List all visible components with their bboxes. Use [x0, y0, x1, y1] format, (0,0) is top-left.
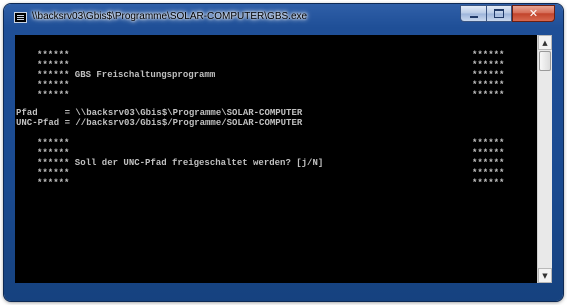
- console-app-icon[interactable]: [14, 12, 27, 23]
- close-button[interactable]: ✕: [512, 5, 555, 22]
- chevron-up-icon: ▲: [542, 38, 548, 47]
- console-line-left-stars: ******: [37, 178, 70, 188]
- minimize-icon: [469, 15, 478, 18]
- window-title: \\backsrv03\Gbis$\Programme\SOLAR-COMPUT…: [32, 11, 308, 22]
- console-line-left-stars: ****** Soll der UNC-Pfad freigeschaltet …: [37, 158, 324, 168]
- title-bar[interactable]: \\backsrv03\Gbis$\Programme\SOLAR-COMPUT…: [4, 4, 563, 30]
- window-controls: ✕: [460, 5, 555, 23]
- scroll-down-button[interactable]: ▼: [538, 268, 552, 283]
- scroll-thumb[interactable]: [539, 51, 551, 71]
- console-line: UNC-Pfad = //backsrv03/Gbis$/Programme/S…: [16, 118, 303, 128]
- console-line-right-stars: ******: [472, 90, 505, 100]
- maximize-button[interactable]: [486, 5, 512, 22]
- console-line-left-stars: ******: [37, 90, 70, 100]
- chevron-down-icon: ▼: [542, 271, 548, 280]
- console-output[interactable]: ****** ****** ****** ****** ****** GBS Freis…: [15, 35, 537, 283]
- minimize-button[interactable]: [460, 5, 486, 22]
- console-line-right-stars: ******: [472, 178, 505, 188]
- close-icon: ✕: [528, 7, 539, 20]
- console-window: \\backsrv03\Gbis$\Programme\SOLAR-COMPUT…: [4, 4, 563, 301]
- scroll-up-button[interactable]: ▲: [538, 35, 552, 50]
- maximize-icon: [494, 9, 504, 18]
- vertical-scrollbar[interactable]: ▲ ▼: [537, 35, 552, 283]
